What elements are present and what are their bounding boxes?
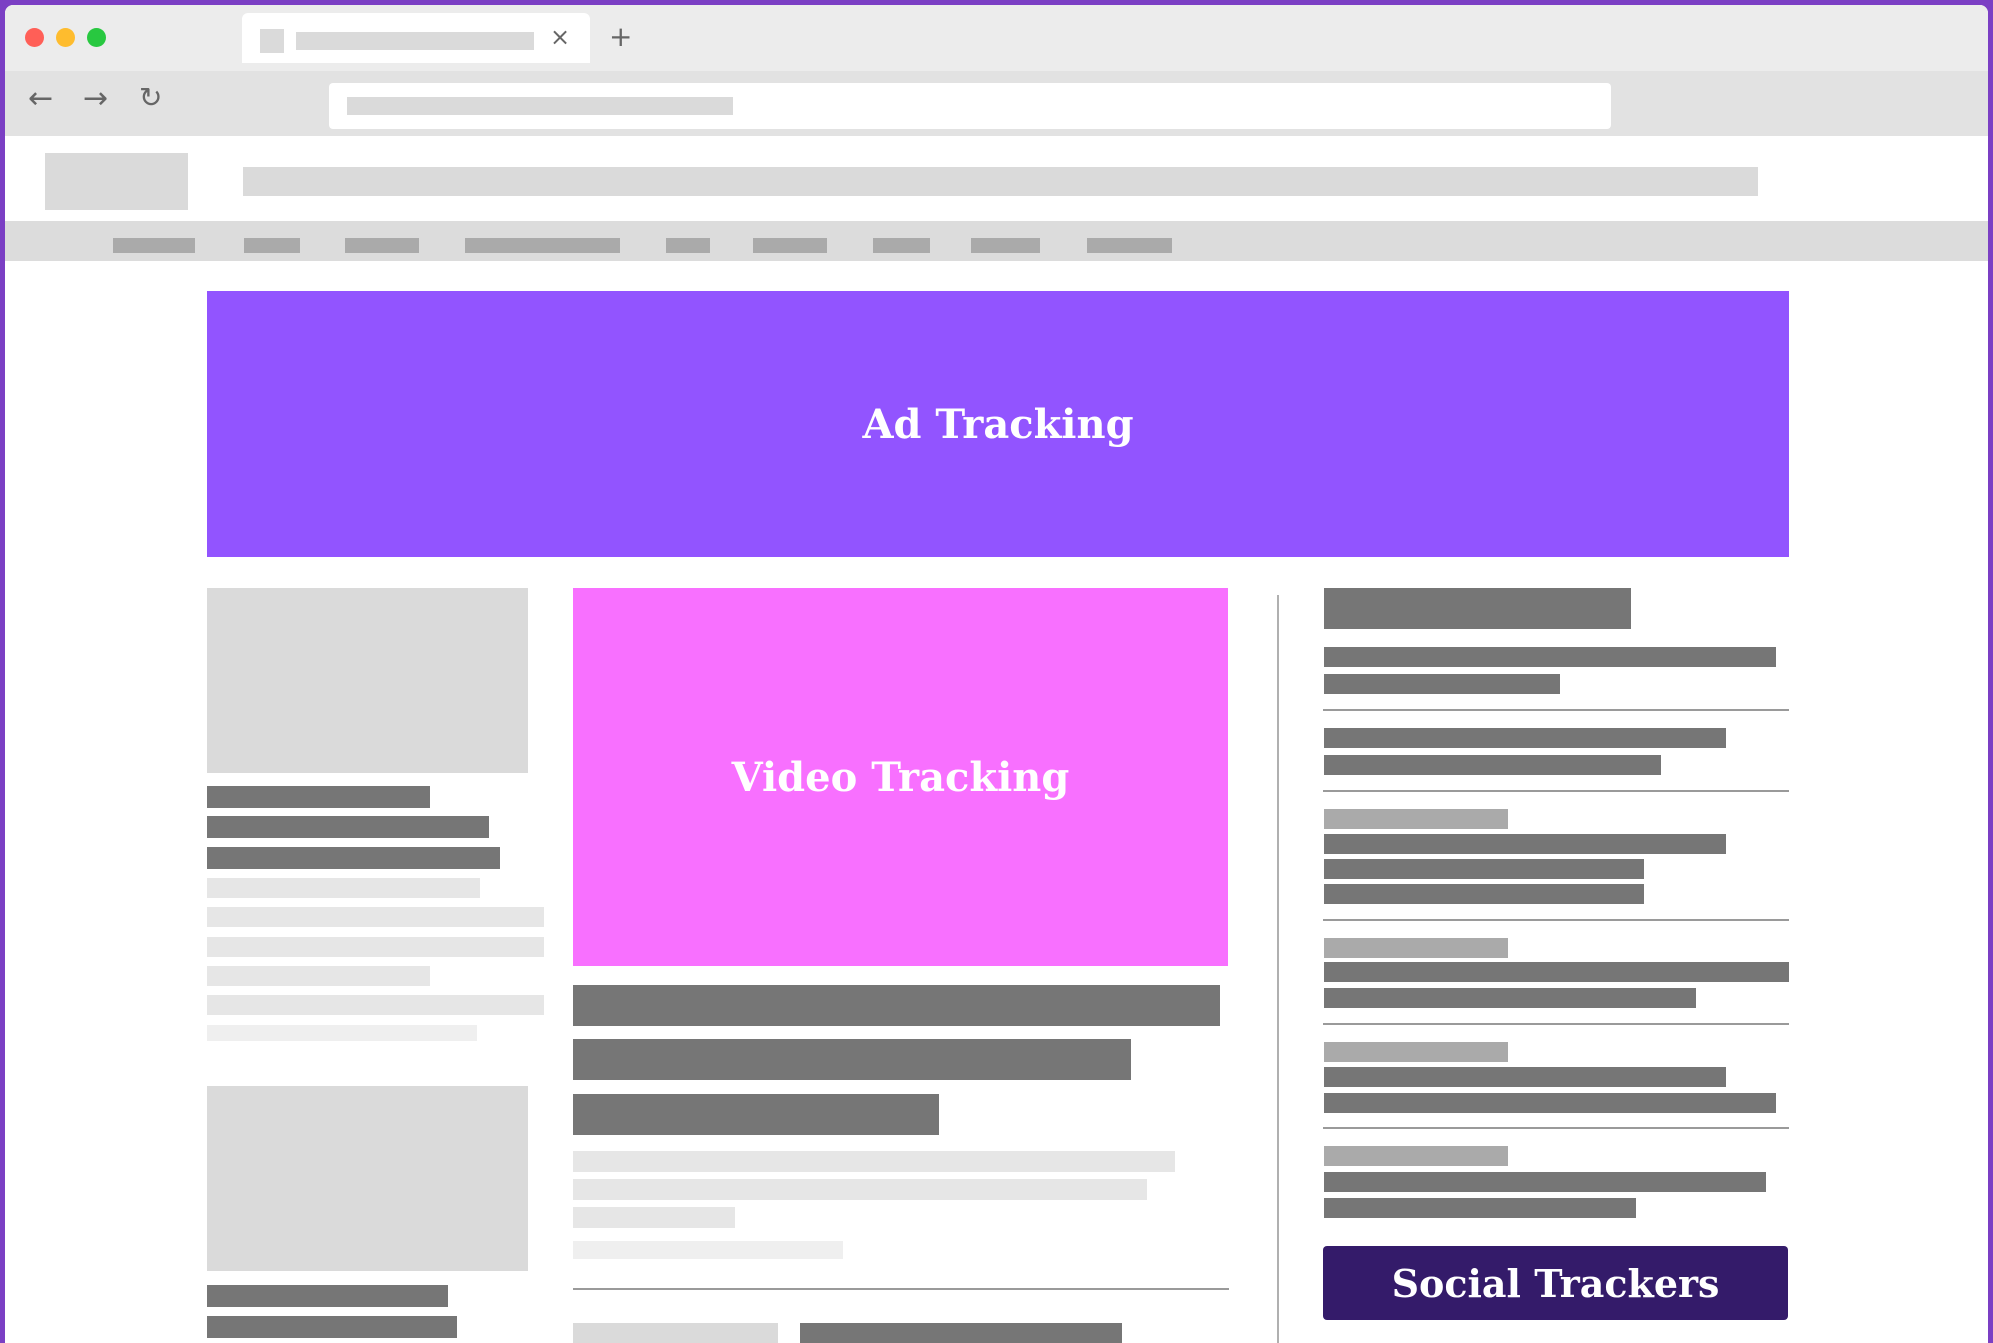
window-maximize-button[interactable] — [87, 28, 106, 47]
arrow-right-icon[interactable]: → — [83, 84, 108, 114]
text-line-placeholder — [207, 995, 544, 1015]
text-line-placeholder — [573, 1179, 1147, 1200]
ad-tracking-label: Ad Tracking — [862, 400, 1134, 448]
address-bar[interactable] — [329, 83, 1611, 129]
sidebar-line-placeholder — [1324, 674, 1560, 694]
sidebar-line-placeholder — [1324, 884, 1644, 904]
headline-placeholder — [207, 847, 500, 869]
sidebar-divider — [1323, 919, 1789, 921]
sidebar-line-placeholder — [1324, 1067, 1726, 1087]
nav-item-placeholder[interactable] — [873, 238, 930, 253]
headline-placeholder — [207, 816, 489, 838]
sidebar-line-placeholder — [1324, 1093, 1776, 1113]
site-navigation — [5, 221, 1988, 261]
headline-placeholder — [207, 1316, 457, 1338]
window-minimize-button[interactable] — [56, 28, 75, 47]
nav-item-placeholder[interactable] — [113, 238, 195, 253]
nav-item-placeholder[interactable] — [666, 238, 710, 253]
url-placeholder — [347, 97, 733, 115]
sidebar-line-placeholder — [1324, 988, 1696, 1008]
text-line-placeholder — [207, 907, 544, 927]
close-icon[interactable]: × — [550, 25, 570, 49]
plus-icon[interactable]: + — [609, 23, 632, 51]
sidebar-divider — [1323, 1023, 1789, 1025]
headline-placeholder — [207, 1285, 448, 1307]
sidebar-tag-placeholder — [1324, 1146, 1508, 1166]
sidebar-line-placeholder — [1324, 1172, 1766, 1192]
sidebar-divider — [1323, 709, 1789, 711]
sidebar-line-placeholder — [1324, 962, 1789, 982]
text-line-placeholder — [573, 1207, 735, 1228]
navigation-bar: ← → ↻ — [5, 71, 1988, 136]
social-trackers-label: Social Trackers — [1391, 1260, 1720, 1306]
text-line-placeholder — [573, 1241, 843, 1259]
sidebar-line-placeholder — [1324, 647, 1776, 667]
sidebar-divider — [1323, 790, 1789, 792]
sidebar-tag-placeholder — [1324, 809, 1508, 829]
tab-title-placeholder — [296, 32, 534, 50]
text-line-placeholder — [573, 1151, 1175, 1172]
sidebar-tag-placeholder — [1324, 938, 1508, 958]
headline-placeholder — [800, 1323, 1122, 1343]
sidebar-line-placeholder — [1324, 834, 1726, 854]
sidebar-line-placeholder — [1324, 1198, 1636, 1218]
video-tracking-block: Video Tracking — [573, 588, 1228, 966]
window-close-button[interactable] — [25, 28, 44, 47]
browser-window: × + ← → ↻ Ad Tracking Video Tracking Soc… — [5, 5, 1988, 1343]
sidebar-heading-placeholder — [1324, 588, 1631, 629]
article-image-placeholder — [207, 588, 528, 773]
sidebar-line-placeholder — [1324, 728, 1726, 748]
arrow-left-icon[interactable]: ← — [28, 84, 53, 114]
sidebar-line-placeholder — [1324, 755, 1661, 775]
site-header — [5, 136, 1988, 226]
sidebar-line-placeholder — [1324, 859, 1644, 879]
video-tracking-label: Video Tracking — [731, 753, 1070, 801]
favicon-placeholder — [260, 29, 284, 53]
sidebar-divider — [1323, 1127, 1789, 1129]
nav-item-placeholder[interactable] — [753, 238, 827, 253]
text-line-placeholder — [207, 937, 544, 957]
column-divider — [1277, 595, 1279, 1343]
social-trackers-badge: Social Trackers — [1323, 1246, 1788, 1320]
ad-tracking-banner: Ad Tracking — [207, 291, 1789, 557]
reload-icon[interactable]: ↻ — [139, 84, 162, 112]
headline-placeholder — [573, 985, 1220, 1026]
text-line-placeholder — [207, 1025, 477, 1041]
nav-item-placeholder[interactable] — [345, 238, 419, 253]
tab-strip: × + — [5, 5, 1988, 71]
headline-placeholder — [207, 786, 430, 808]
text-line-placeholder — [573, 1323, 778, 1343]
article-image-placeholder — [207, 1086, 528, 1271]
headline-placeholder — [573, 1094, 939, 1135]
nav-item-placeholder[interactable] — [244, 238, 300, 253]
sidebar-tag-placeholder — [1324, 1042, 1508, 1062]
site-logo-placeholder — [45, 153, 188, 210]
headline-placeholder — [573, 1039, 1131, 1080]
nav-item-placeholder[interactable] — [971, 238, 1040, 253]
text-line-placeholder — [207, 966, 430, 986]
browser-tab[interactable]: × — [242, 13, 590, 63]
nav-item-placeholder[interactable] — [465, 238, 620, 253]
site-search-placeholder — [243, 167, 1758, 196]
section-divider — [573, 1288, 1229, 1290]
text-line-placeholder — [207, 878, 480, 898]
nav-item-placeholder[interactable] — [1087, 238, 1172, 253]
